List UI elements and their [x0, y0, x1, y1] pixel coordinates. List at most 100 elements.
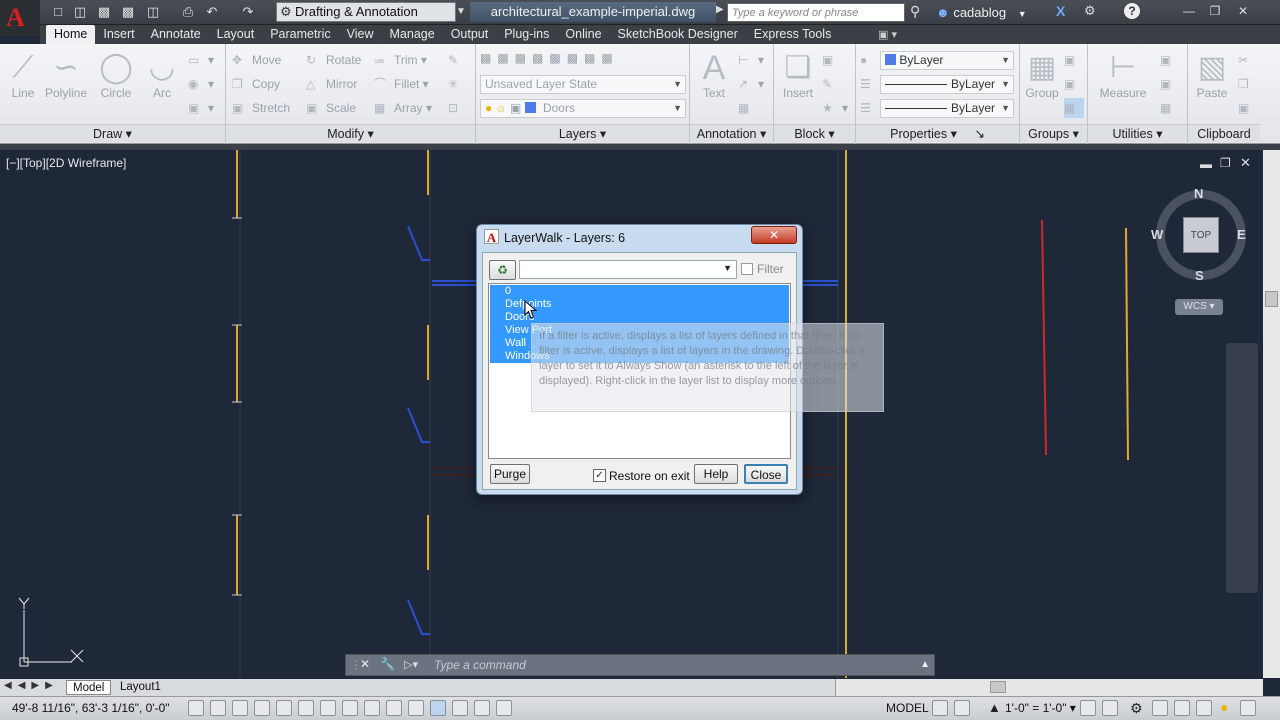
utilities-panel-title[interactable]: Utilities ▾	[1088, 124, 1187, 142]
plot-preview-icon[interactable]: ◫	[145, 4, 161, 20]
tab-annotate[interactable]: Annotate	[143, 25, 209, 44]
current-layer-dropdown[interactable]: ● ☼ ▣ Doors ▼	[480, 99, 686, 118]
copy-button[interactable]: ❐ Copy	[232, 74, 280, 94]
attribute-icon[interactable]: ★ ▾	[822, 98, 848, 118]
dynamic-ucs-icon[interactable]	[364, 700, 380, 716]
undo-icon[interactable]: ↶	[204, 4, 220, 20]
dynamic-input-icon[interactable]	[386, 700, 402, 716]
quick-view-layouts-icon[interactable]	[932, 700, 948, 716]
transparency-icon[interactable]	[430, 700, 446, 716]
groups-panel-title[interactable]: Groups ▾	[1020, 124, 1087, 142]
filter-dropdown[interactable]: ▼	[519, 260, 737, 279]
tab-plug-ins[interactable]: Plug-ins	[496, 25, 557, 44]
compass-north[interactable]: N	[1194, 186, 1203, 201]
save-as-icon[interactable]: ▩	[120, 4, 136, 20]
annotation-scale-icon[interactable]: ▲	[988, 700, 1001, 715]
arc-button[interactable]: ◡ Arc	[140, 50, 184, 100]
explode-icon[interactable]: ✳	[448, 74, 468, 94]
list-item[interactable]: Wall	[505, 337, 526, 350]
copy-base-icon[interactable]: ▣	[1238, 98, 1258, 118]
chevron-right-icon[interactable]: ▶	[716, 4, 724, 15]
line-button[interactable]: ⟋ Line	[1, 50, 45, 100]
model-space-toggle[interactable]: MODEL	[886, 701, 929, 715]
compass-south[interactable]: S	[1195, 268, 1204, 283]
rectangle-icon[interactable]: ▭ ▾	[188, 50, 214, 70]
leader-icon[interactable]: ↗ ▾	[738, 74, 764, 94]
ungroup-icon[interactable]: ▣	[1064, 50, 1084, 70]
group-button[interactable]: ▦ Group	[1020, 50, 1064, 100]
properties-panel-title[interactable]: Properties ▾ ↘	[856, 124, 1019, 142]
tab-model[interactable]: Model	[66, 680, 112, 695]
command-prompt-icon[interactable]: ▷▾	[404, 658, 418, 671]
viewcube-top[interactable]: TOP	[1183, 217, 1219, 253]
filter-checkbox[interactable]	[741, 263, 753, 275]
tab-manage[interactable]: Manage	[382, 25, 443, 44]
annotation-panel-title[interactable]: Annotation ▾	[690, 124, 773, 142]
restore-button[interactable]: ❐	[1202, 2, 1228, 20]
annotation-visibility-icon[interactable]	[1080, 700, 1096, 716]
quick-properties-icon[interactable]	[452, 700, 468, 716]
tab-insert[interactable]: Insert	[95, 25, 142, 44]
redo-icon[interactable]: ↷	[240, 4, 256, 20]
stay-connected-icon[interactable]: ⚙	[1084, 3, 1096, 19]
chevron-up-icon[interactable]: ▲	[920, 659, 930, 670]
create-block-icon[interactable]: ▣	[822, 50, 842, 70]
lock-ui-icon[interactable]	[1174, 700, 1190, 716]
list-item[interactable]: 0	[505, 285, 511, 298]
modify-panel-title[interactable]: Modify ▾	[226, 124, 475, 142]
select-all-icon[interactable]: ▣	[1160, 74, 1180, 94]
user-account[interactable]: ☻ cadablog ▼	[936, 3, 1046, 22]
match-properties-icon[interactable]: ●	[860, 50, 880, 70]
draw-panel-title[interactable]: Draw ▾	[0, 124, 225, 142]
viewport-minimize-icon[interactable]: ▬	[1200, 157, 1212, 171]
infer-constraints-icon[interactable]	[188, 700, 204, 716]
annotation-monitor-icon[interactable]	[496, 700, 512, 716]
object-snap-icon[interactable]	[298, 700, 314, 716]
fillet-button[interactable]: ⌒ Fillet ▾	[374, 74, 429, 94]
group-edit-icon[interactable]: ▣	[1064, 74, 1084, 94]
grid-display-icon[interactable]	[232, 700, 248, 716]
tab-home[interactable]: Home	[46, 25, 96, 44]
horizontal-scrollbar-thumb[interactable]	[990, 681, 1006, 693]
tab-express-tools[interactable]: Express Tools	[746, 25, 840, 44]
paste-button[interactable]: ▧ Paste	[1190, 50, 1234, 100]
tab-sketchbook-designer[interactable]: SketchBook Designer	[610, 25, 746, 44]
text-button[interactable]: A Text	[692, 50, 736, 100]
quick-view-drawings-icon[interactable]	[954, 700, 970, 716]
close-button[interactable]: Close	[744, 464, 788, 484]
tab-output[interactable]: Output	[443, 25, 497, 44]
wcs-menu[interactable]: WCS ▾	[1175, 299, 1223, 315]
region-icon[interactable]: ▣ ▾	[188, 98, 214, 118]
offset-icon[interactable]: ⊡	[448, 98, 468, 118]
circle-button[interactable]: ◯ Circle	[94, 50, 138, 100]
restore-on-exit-checkbox[interactable]: ✓	[593, 469, 606, 482]
chevron-down-icon[interactable]: ▼	[454, 2, 468, 22]
layer-tools-icons[interactable]: ▩▩▩▩▩▩▩▩	[480, 48, 619, 68]
measure-button[interactable]: ⊢ Measure	[1096, 50, 1150, 100]
open-icon[interactable]: ◫	[72, 4, 88, 20]
save-icon[interactable]: ▩	[96, 4, 112, 20]
insert-button[interactable]: ❏ Insert	[776, 50, 820, 100]
lineweight-toggle-icon[interactable]	[408, 700, 424, 716]
trim-button[interactable]: ⩴ Trim ▾	[374, 50, 427, 70]
binoculars-icon[interactable]: ⚲	[910, 3, 920, 20]
vertical-scrollbar[interactable]	[1263, 150, 1280, 678]
layers-panel-title[interactable]: Layers ▾	[476, 124, 689, 142]
erase-icon[interactable]: ✎	[448, 50, 468, 70]
3d-osnap-icon[interactable]	[320, 700, 336, 716]
tab-navigation-icons[interactable]: ◀◀▶▶	[4, 680, 59, 691]
tab-view[interactable]: View	[339, 25, 382, 44]
workspace-switch-icon[interactable]	[1152, 700, 1168, 716]
move-button[interactable]: ✥ Move	[232, 50, 281, 70]
array-button[interactable]: ▦ Array ▾	[374, 98, 432, 118]
block-panel-title[interactable]: Block ▾	[774, 124, 855, 142]
lineweight-dropdown[interactable]: ByLayer ▼	[880, 99, 1014, 118]
search-input[interactable]: Type a keyword or phrase	[727, 3, 905, 22]
stretch-button[interactable]: ▣ Stretch	[232, 98, 290, 118]
horizontal-scrollbar[interactable]	[835, 679, 1263, 696]
close-icon[interactable]: ✕	[360, 657, 370, 671]
copy-clip-icon[interactable]: ❐	[1238, 74, 1258, 94]
ribbon-minimize-icon[interactable]: ▣ ▾	[878, 28, 897, 41]
new-icon[interactable]: □	[50, 4, 66, 20]
tab-layout[interactable]: Layout	[209, 25, 263, 44]
